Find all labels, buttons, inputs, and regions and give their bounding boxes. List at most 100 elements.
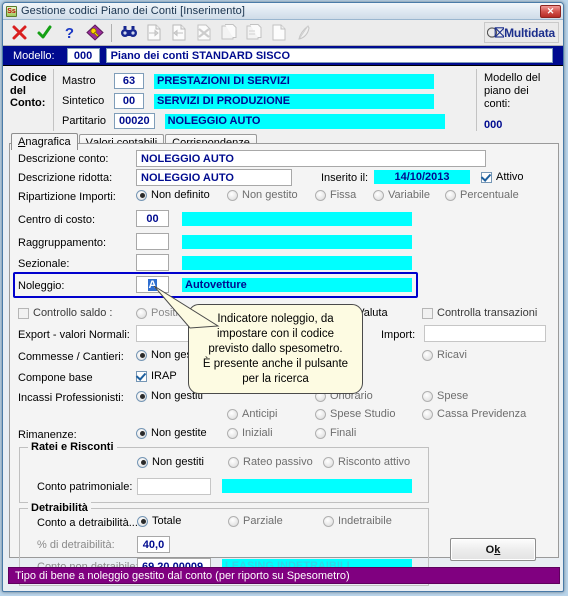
rimanenze-non-gestite-radio[interactable]: Non gestite bbox=[136, 427, 207, 439]
ok-button[interactable]: Ok bbox=[450, 538, 536, 561]
centro-di-costo-label: Centro di costo: bbox=[18, 214, 96, 226]
mastro-code-field[interactable]: 63 bbox=[114, 73, 144, 89]
detraibilita-parziale-label: Parziale bbox=[243, 515, 283, 527]
descrizione-ridotta-label: Descrizione ridotta: bbox=[18, 172, 113, 184]
key-tag-icon[interactable] bbox=[82, 21, 107, 45]
export-valori-normali-label: Export - valori Normali: bbox=[18, 329, 130, 341]
attivo-checkbox[interactable]: Attivo bbox=[481, 171, 524, 183]
sintetico-label: Sintetico bbox=[62, 95, 105, 107]
find-icon[interactable] bbox=[116, 21, 141, 45]
descrizione-conto-input[interactable]: NOLEGGIO AUTO bbox=[136, 150, 486, 167]
cassa-previdenza-label: Cassa Previdenza bbox=[437, 408, 527, 420]
confirm-icon[interactable] bbox=[32, 21, 57, 45]
partitario-code-field[interactable]: 00020 bbox=[114, 113, 155, 129]
detraibilita-totale-radio[interactable]: Totale bbox=[137, 515, 181, 527]
rateo-passivo-radio[interactable]: Rateo passivo bbox=[228, 456, 313, 468]
radio-dot bbox=[227, 189, 238, 201]
tab-anagrafica-label: nagrafica bbox=[25, 136, 71, 148]
rimanenze-finali-radio[interactable]: Finali bbox=[315, 427, 356, 439]
ripartizione-option-non-gestito[interactable]: Non gestito bbox=[227, 189, 298, 201]
sintetico-code-field[interactable]: 00 bbox=[114, 93, 144, 109]
modello-label: Modello: bbox=[13, 49, 55, 62]
detraibilita-indetraibile-radio[interactable]: Indetraibile bbox=[323, 515, 392, 527]
ripartizione-option-variabile[interactable]: Variabile bbox=[373, 189, 430, 201]
percentuale-detraibilita-input[interactable]: 40,0 bbox=[137, 536, 170, 553]
delete-doc-icon bbox=[191, 21, 216, 45]
close-button[interactable]: ✕ bbox=[540, 4, 561, 18]
ratei-non-gestiti-label: Non gestiti bbox=[152, 456, 204, 468]
ripartizione-option-fissa[interactable]: Fissa bbox=[315, 189, 356, 201]
model-label-line2: piano dei bbox=[484, 84, 529, 97]
anagrafica-panel: Descrizione conto: NOLEGGIO AUTO Descriz… bbox=[9, 143, 559, 586]
cassa-previdenza-radio[interactable]: Cassa Previdenza bbox=[422, 408, 526, 420]
app-icon: Ss bbox=[6, 5, 17, 17]
help-icon[interactable]: ? bbox=[57, 21, 82, 45]
callout-line-3: previsto dallo spesometro. bbox=[208, 343, 343, 355]
import-input[interactable] bbox=[424, 325, 546, 342]
radio-dot bbox=[136, 427, 147, 439]
controlla-transazioni-label: Controlla transazioni bbox=[437, 307, 538, 319]
detraibilita-group-title: Detraibilità bbox=[28, 502, 91, 514]
controlla-transazioni-checkbox[interactable]: Controlla transazioni bbox=[422, 307, 537, 319]
rimanenze-label: Rimanenze: bbox=[18, 429, 77, 441]
ratei-risconti-group-title: Ratei e Risconti bbox=[28, 441, 117, 453]
radio-dot bbox=[315, 189, 326, 201]
window-title: Gestione codici Piano dei Conti [Inserim… bbox=[21, 5, 246, 17]
spese-radio[interactable]: Spese bbox=[422, 390, 468, 402]
spese-studio-radio[interactable]: Spese Studio bbox=[315, 408, 395, 420]
ratei-non-gestiti-radio[interactable]: Non gestiti bbox=[137, 456, 204, 468]
radio-dot bbox=[137, 456, 148, 468]
anticipi-radio[interactable]: Anticipi bbox=[227, 408, 277, 420]
centro-di-costo-description bbox=[182, 212, 412, 226]
controllo-saldo-checkbox[interactable]: Controllo saldo : bbox=[18, 307, 113, 319]
export-doc-icon bbox=[166, 21, 191, 45]
cancel-icon[interactable] bbox=[7, 21, 32, 45]
modello-description-field[interactable]: Piano dei conti STANDARD SISCO bbox=[105, 48, 553, 63]
centro-di-costo-input[interactable]: 00 bbox=[136, 210, 169, 227]
edit-pen-icon bbox=[291, 21, 316, 45]
detraibilita-parziale-radio[interactable]: Parziale bbox=[228, 515, 283, 527]
ripartizione-option-variabile-label: Variabile bbox=[388, 189, 430, 201]
model-value: 000 bbox=[484, 119, 503, 132]
radio-dot bbox=[323, 456, 334, 468]
attivo-checkbox-label: Attivo bbox=[496, 171, 524, 183]
descrizione-ridotta-label-row: Descrizione ridotta: bbox=[18, 172, 112, 184]
controllo-saldo-label: Controllo saldo : bbox=[33, 307, 113, 319]
brand-logo: Multidata bbox=[484, 22, 559, 43]
callout-line-5: per la ricerca bbox=[242, 373, 309, 385]
ripartizione-option-non-gestito-label: Non gestito bbox=[242, 189, 298, 201]
model-info: Modello del piano dei conti: 000 bbox=[477, 66, 563, 133]
radio-dot bbox=[137, 515, 148, 527]
radio-dot bbox=[422, 408, 433, 420]
ricavi-radio[interactable]: Ricavi bbox=[422, 349, 467, 361]
rimanenze-finali-label: Finali bbox=[330, 427, 357, 439]
irap-checkbox[interactable]: IRAP bbox=[136, 370, 177, 382]
radio-dot bbox=[136, 390, 147, 402]
modello-code-field[interactable]: 000 bbox=[66, 48, 100, 63]
rimanenze-non-gestite-label: Non gestite bbox=[151, 427, 207, 439]
descrizione-ridotta-input[interactable]: NOLEGGIO AUTO bbox=[136, 169, 292, 186]
conto-patrimoniale-input[interactable] bbox=[137, 478, 211, 495]
rimanenze-iniziali-label: Iniziali bbox=[242, 427, 273, 439]
tab-anagrafica[interactable]: Anagrafica bbox=[11, 133, 78, 150]
attivo-checkbox-box bbox=[481, 171, 492, 183]
sezionale-input[interactable] bbox=[136, 254, 169, 271]
rimanenze-iniziali-radio[interactable]: Iniziali bbox=[227, 427, 273, 439]
radio-dot bbox=[422, 349, 433, 361]
ripartizione-option-fissa-label: Fissa bbox=[330, 189, 357, 201]
radio-dot bbox=[315, 408, 326, 420]
svg-text:?: ? bbox=[65, 25, 74, 41]
radio-dot bbox=[227, 408, 238, 420]
account-code-title-line2: del bbox=[10, 84, 26, 97]
partitario-label: Partitario bbox=[62, 115, 107, 127]
account-row-partitario: Partitario 00020 NOLEGGIO AUTO bbox=[62, 112, 476, 130]
title-bar: Ss Gestione codici Piano dei Conti [Inse… bbox=[3, 3, 563, 20]
ripartizione-option-non-definito[interactable]: Non definito bbox=[136, 189, 210, 201]
raggruppamento-input[interactable] bbox=[136, 233, 169, 250]
ripartizione-option-percentuale[interactable]: Percentuale bbox=[445, 189, 519, 201]
partitario-description: NOLEGGIO AUTO bbox=[164, 113, 445, 129]
percentuale-detraibilita-label: % di detraibilità: bbox=[37, 539, 115, 551]
anticipi-label: Anticipi bbox=[242, 408, 278, 420]
risconto-attivo-radio[interactable]: Risconto attivo bbox=[323, 456, 410, 468]
sezionale-description bbox=[182, 256, 412, 270]
